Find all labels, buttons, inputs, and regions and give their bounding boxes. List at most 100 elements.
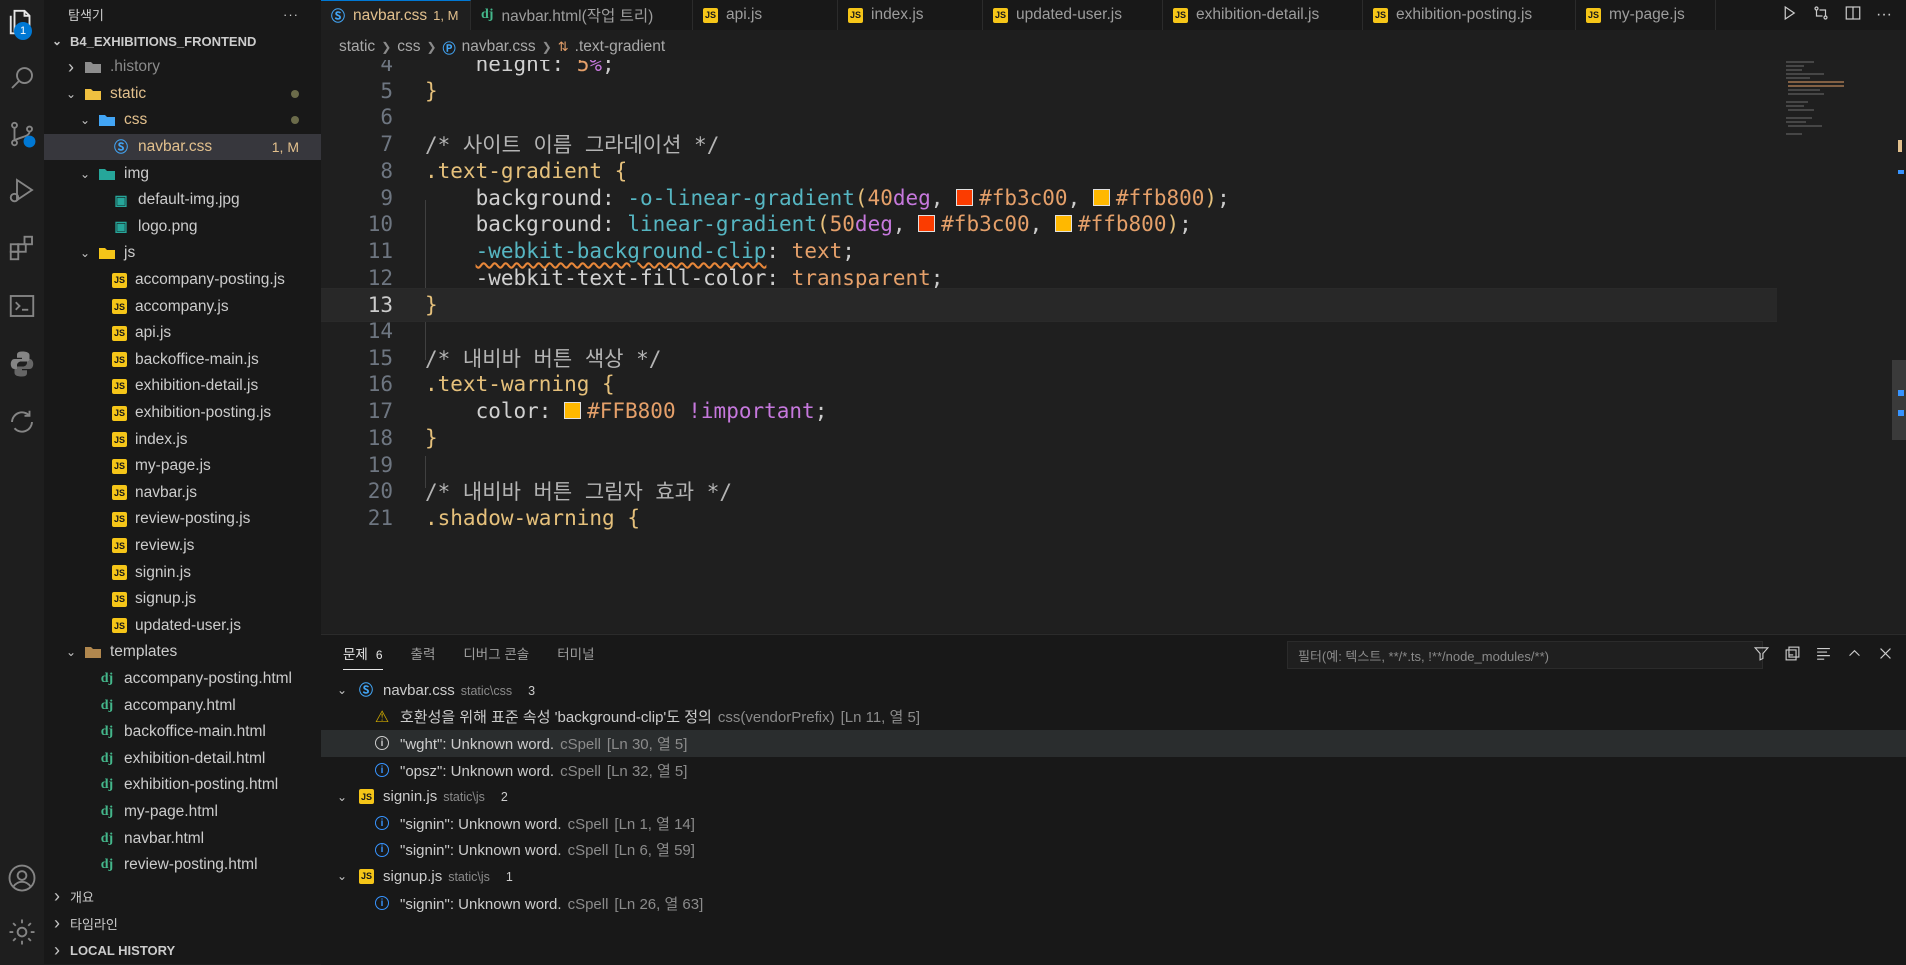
tree-file[interactable]: ▣ logo.png — [44, 214, 321, 241]
tree-file[interactable]: JS exhibition-posting.js — [44, 400, 321, 427]
tree-file[interactable]: JS accompany.js — [44, 293, 321, 320]
compare-changes-icon[interactable] — [1812, 4, 1830, 26]
close-panel-icon[interactable] — [1877, 645, 1894, 666]
split-editor-icon[interactable] — [1844, 4, 1862, 26]
tree-file[interactable]: dj my-page.html — [44, 799, 321, 826]
breadcrumb-item[interactable]: .text-gradient — [575, 38, 665, 56]
tree-folder[interactable]: › .history — [44, 54, 321, 81]
code-token: ; — [1179, 212, 1192, 237]
tree-file[interactable]: JS signin.js — [44, 559, 321, 586]
problem-row[interactable]: i "wght": Unknown word. cSpell [Ln 30, 열 5] — [321, 730, 1906, 757]
maximize-panel-icon[interactable] — [1846, 645, 1863, 666]
more-actions-icon[interactable]: ··· — [283, 7, 299, 22]
breadcrumb-item[interactable]: css — [397, 38, 420, 56]
run-icon[interactable] — [1780, 4, 1798, 26]
editor-tab[interactable]: JS index.js — [838, 0, 983, 30]
sidebar-section-2[interactable]: › LOCAL HISTORY — [44, 937, 321, 964]
tree-file[interactable]: JS updated-user.js — [44, 612, 321, 639]
breadcrumb-item[interactable]: static — [339, 38, 375, 56]
sidebar-section-1[interactable]: › 타임라인 — [44, 910, 321, 937]
tree-file[interactable]: JS api.js — [44, 320, 321, 347]
panel-tab[interactable]: 출력 — [411, 643, 436, 663]
color-swatch[interactable] — [1054, 215, 1072, 233]
color-swatch[interactable] — [1092, 188, 1110, 206]
python-icon[interactable] — [0, 342, 44, 386]
tree-file[interactable]: dj exhibition-posting.html — [44, 772, 321, 799]
problem-row[interactable]: ⚠ 호환성을 위해 표준 속성 'background-clip'도 정의 css(… — [321, 704, 1906, 731]
code-text: background: linear-gradient(50deg, #fb3c… — [425, 212, 1192, 236]
tree-file[interactable]: JS signup.js — [44, 586, 321, 613]
code-text: } — [425, 293, 438, 317]
color-swatch[interactable] — [564, 402, 582, 420]
panel-tab[interactable]: 디버그 콘솔 — [463, 643, 529, 663]
color-swatch[interactable] — [918, 215, 936, 233]
tree-file[interactable]: Ⓢnavbar.css 1, M — [44, 133, 321, 161]
tree-file[interactable]: dj navbar.html — [44, 825, 321, 852]
view-as-list-icon[interactable] — [1815, 645, 1832, 666]
extensions-icon[interactable] — [0, 226, 44, 270]
problem-row[interactable]: i "opsz": Unknown word. cSpell [Ln 32, 열 5] — [321, 757, 1906, 784]
project-root[interactable]: ⌄ B4_EXHIBITIONS_FRONTEND — [44, 28, 321, 54]
tree-file[interactable]: JS index.js — [44, 426, 321, 453]
problem-file-row[interactable]: ⌄ JS signup.js static\js 1 — [321, 863, 1906, 890]
tree-item-label: accompany-posting.html — [124, 669, 292, 687]
editor-tab[interactable]: dj navbar.html(작업 트리) — [471, 0, 693, 30]
tree-file[interactable]: JS navbar.js — [44, 480, 321, 507]
tree-file[interactable]: dj backoffice-main.html — [44, 719, 321, 746]
tree-folder[interactable]: ⌄ img — [44, 160, 321, 187]
tree-file[interactable]: JS my-page.js — [44, 453, 321, 480]
color-swatch[interactable] — [956, 188, 974, 206]
problem-row[interactable]: i "signin": Unknown word. cSpell [Ln 26, 열 … — [321, 890, 1906, 917]
code-token: #fb3c00 — [979, 185, 1068, 210]
tree-file[interactable]: JS backoffice-main.js — [44, 347, 321, 374]
code-token: #ffb800 — [1115, 185, 1205, 210]
breadcrumb-item[interactable]: navbar.css — [462, 38, 536, 56]
panel-tab[interactable]: 터미널 — [557, 643, 594, 663]
tree-file[interactable]: JS review-posting.js — [44, 506, 321, 533]
tree-file[interactable]: dj exhibition-detail.html — [44, 745, 321, 772]
panel-tab-label: 터미널 — [557, 647, 595, 662]
problem-file-row[interactable]: ⌄ JS signin.js static\js 2 — [321, 783, 1906, 810]
terminal-icon[interactable] — [0, 284, 44, 328]
more-icon[interactable]: ··· — [1876, 6, 1892, 24]
filter-icon[interactable] — [1753, 645, 1770, 666]
editor-tab[interactable]: JS api.js — [693, 0, 838, 30]
settings-gear-icon[interactable] — [0, 910, 44, 954]
code-editor[interactable]: 4 height: 5%; 5} 6 7/* 사이트 이름 그라데이션 */8 .tex… — [321, 60, 1906, 633]
django-file-icon: dj — [100, 803, 114, 819]
tree-folder[interactable]: ⌄ static — [44, 81, 321, 108]
panel-tab[interactable]: 문제 6 — [343, 643, 383, 670]
editor-tab[interactable]: JS exhibition-posting.js — [1363, 0, 1576, 30]
tree-file[interactable]: dj review-posting.html — [44, 852, 321, 879]
editor-tab[interactable]: JS updated-user.js — [983, 0, 1163, 30]
remote-icon[interactable] — [0, 400, 44, 444]
sidebar-section-0[interactable]: › 개요 — [44, 883, 321, 910]
editor-tab[interactable]: Ⓢnavbar.css1, M✕ — [321, 0, 471, 30]
tree-file[interactable]: JS accompany-posting.js — [44, 267, 321, 294]
section-label: 개요 — [70, 890, 94, 905]
problems-filter-input[interactable]: 필터(예: 텍스트, **/*.ts, !**/node_modules/**) — [1287, 641, 1763, 669]
source-control-icon[interactable] — [0, 112, 44, 156]
tab-label: api.js — [726, 6, 763, 23]
tree-file[interactable]: JS exhibition-detail.js — [44, 373, 321, 400]
file-name: signin.js — [383, 788, 438, 806]
tree-folder[interactable]: ⌄ css — [44, 107, 321, 134]
tree-file[interactable]: dj accompany.html — [44, 692, 321, 719]
problem-row[interactable]: i "signin": Unknown word. cSpell [Ln 6, 열 5… — [321, 837, 1906, 864]
tree-file[interactable]: ▣ default-img.jpg — [44, 187, 321, 214]
minimap[interactable] — [1784, 60, 1884, 140]
editor-tab[interactable]: JS my-page.js — [1576, 0, 1716, 30]
tree-file[interactable]: dj accompany-posting.html — [44, 666, 321, 693]
account-icon[interactable] — [0, 856, 44, 900]
run-debug-icon[interactable] — [0, 168, 44, 212]
editor-tab[interactable]: JS exhibition-detail.js — [1163, 0, 1363, 30]
tree-folder[interactable]: ⌄ js — [44, 240, 321, 267]
problem-file-row[interactable]: ⌄ Ⓢnavbar.css static\css 3 — [321, 677, 1906, 704]
tree-folder[interactable]: ⌄ templates — [44, 639, 321, 666]
editor-scrollbar[interactable] — [1892, 60, 1906, 633]
search-icon[interactable] — [0, 56, 44, 100]
tree-file[interactable]: JS review.js — [44, 533, 321, 560]
collapse-all-icon[interactable] — [1784, 645, 1801, 666]
panel-actions — [1753, 641, 1894, 669]
problem-row[interactable]: i "signin": Unknown word. cSpell [Ln 1, 열 1… — [321, 810, 1906, 837]
